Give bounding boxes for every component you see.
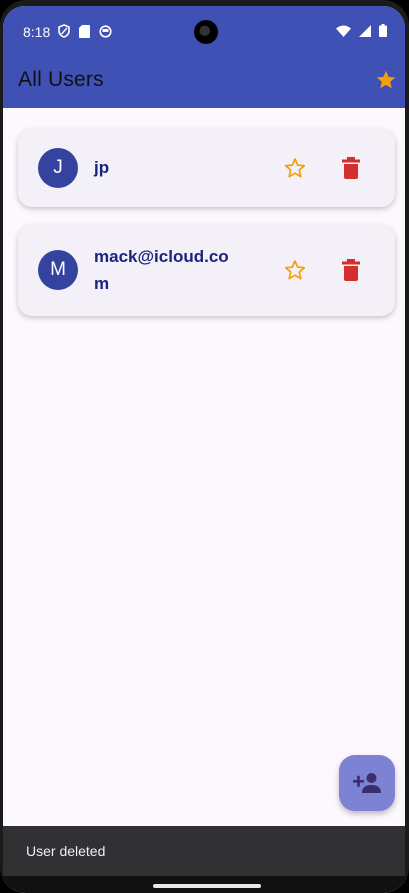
home-gesture-handle[interactable] <box>153 884 261 888</box>
favorite-button[interactable] <box>281 154 309 182</box>
status-time: 8:18 <box>23 24 51 40</box>
status-icons-left <box>58 24 112 38</box>
star-filled-icon[interactable] <box>375 69 397 91</box>
avatar: M <box>38 250 78 290</box>
add-user-button[interactable] <box>339 755 395 811</box>
front-camera <box>194 20 218 44</box>
star-outline-icon <box>284 260 306 280</box>
snackbar: User deleted <box>3 826 405 876</box>
signal-icon <box>359 24 371 37</box>
device-frame: 8:18 All Users J jp M mack@icloud.com Us… <box>0 0 409 893</box>
trash-icon <box>342 157 360 179</box>
favorite-button[interactable] <box>281 256 309 284</box>
person-add-icon <box>353 773 381 793</box>
user-name: mack@icloud.com <box>94 247 229 293</box>
user-name: jp <box>94 158 110 177</box>
trash-icon <box>342 259 360 281</box>
status-icons-right <box>336 24 387 37</box>
delete-button[interactable] <box>337 256 365 284</box>
delete-button[interactable] <box>337 154 365 182</box>
battery-icon <box>379 24 387 37</box>
status-bar: 8:18 <box>3 6 405 52</box>
sync-icon <box>99 24 112 38</box>
wifi-icon <box>336 25 351 37</box>
avatar: J <box>38 148 78 188</box>
shield-icon <box>58 24 70 38</box>
star-outline-icon <box>284 158 306 178</box>
screen: 8:18 All Users J jp M mack@icloud.com Us… <box>3 6 405 893</box>
user-card[interactable]: J jp <box>18 129 395 207</box>
app-bar: All Users <box>3 52 405 108</box>
snackbar-message: User deleted <box>26 843 106 859</box>
sd-card-icon <box>79 24 90 38</box>
page-title: All Users <box>18 68 104 91</box>
user-card[interactable]: M mack@icloud.com <box>18 225 395 316</box>
